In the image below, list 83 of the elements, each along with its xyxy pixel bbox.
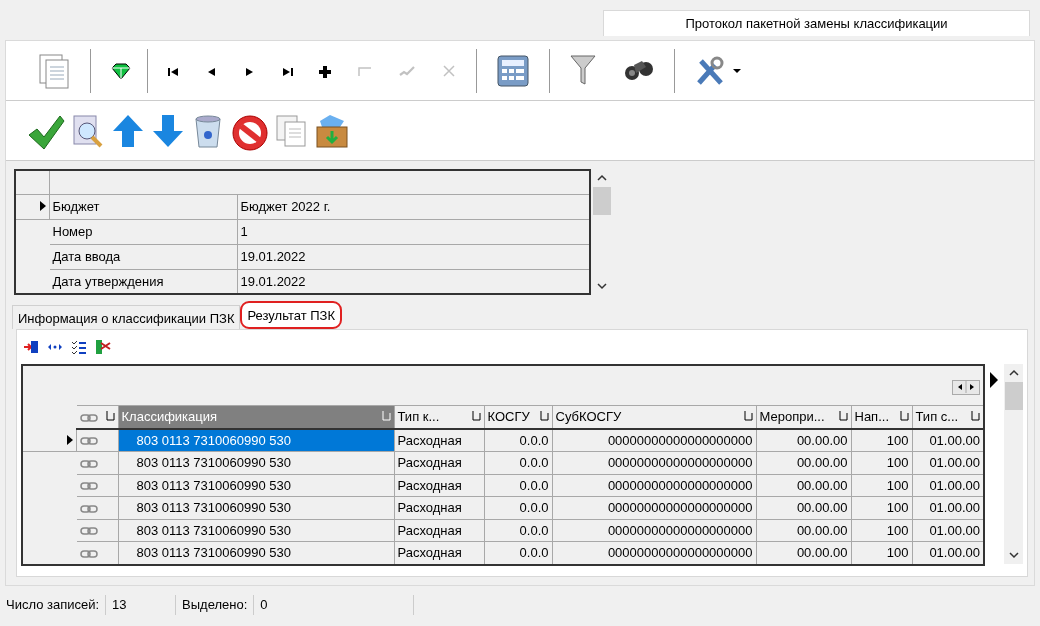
status-value: 13: [105, 595, 176, 615]
scissors-icon[interactable]: [95, 339, 111, 355]
table-cell: Расходная: [394, 474, 484, 497]
table-cell: Расходная: [394, 429, 484, 452]
table-cell: 00.00.00: [756, 429, 851, 452]
status-label: Выделено:: [181, 596, 249, 615]
scroll-up-icon[interactable]: [1007, 368, 1020, 378]
table-cell: 803 0113 7310060990 530: [118, 429, 394, 452]
table-cell: 00000000000000000000: [552, 429, 756, 452]
table-cell: 100: [851, 519, 912, 542]
row-indicator-icon: [66, 434, 73, 445]
scroll-down-icon[interactable]: [1007, 550, 1020, 560]
tab[interactable]: Информация о классификации ПЗК: [12, 305, 241, 329]
table-cell: 00.00.00: [756, 474, 851, 497]
column-header[interactable]: Меропри...: [756, 405, 851, 429]
table-cell: 803 0113 7310060990 530: [118, 496, 394, 520]
table-cell: 0.0.0: [484, 474, 552, 497]
calculator-icon[interactable]: [495, 52, 531, 89]
table-cell: 803 0113 7310060990 530: [118, 519, 394, 542]
row-selector[interactable]: [22, 429, 76, 452]
insert-icon[interactable]: [23, 339, 39, 355]
filter-icon[interactable]: [539, 410, 549, 422]
checklist-icon[interactable]: [71, 339, 87, 355]
table-cell: 0.0.0: [484, 451, 552, 475]
gem-icon[interactable]: [109, 60, 129, 81]
table-cell: 00.00.00: [756, 496, 851, 520]
column-header[interactable]: Классификация: [118, 405, 394, 429]
table-cell: Расходная: [394, 519, 484, 542]
table-cell: 100: [851, 496, 912, 520]
scroll-down-icon[interactable]: [596, 281, 608, 291]
table-cell: 0.0.0: [484, 496, 552, 520]
filter-icon[interactable]: [743, 410, 753, 422]
scroll-thumb[interactable]: [593, 187, 611, 215]
table-cell: 00000000000000000000: [552, 519, 756, 542]
filter-icon[interactable]: [471, 410, 481, 422]
plus-icon[interactable]: [318, 63, 332, 78]
table-cell: 803 0113 7310060990 530: [118, 474, 394, 497]
scrollbar[interactable]: [1004, 364, 1023, 564]
row-indicator-icon: [39, 201, 46, 212]
table-cell: 100: [851, 474, 912, 497]
filter-icon[interactable]: [838, 410, 848, 422]
table-cell: Расходная: [394, 496, 484, 520]
box-icon[interactable]: [314, 112, 350, 149]
field-label: Дата ввода: [49, 244, 237, 270]
table-cell: 00000000000000000000: [552, 474, 756, 497]
link-icon: [79, 548, 98, 559]
filter-icon[interactable]: [899, 410, 909, 422]
table-cell: 00000000000000000000: [552, 451, 756, 475]
status-value: 0: [253, 595, 414, 615]
column-header[interactable]: [76, 405, 118, 429]
link-icon: [79, 526, 98, 537]
table-cell: 00.00.00: [756, 519, 851, 542]
column-header[interactable]: Тип к...: [394, 405, 484, 429]
link-icon: [79, 412, 98, 423]
table-cell: Расходная: [394, 451, 484, 475]
tab[interactable]: Результат ПЗК: [240, 301, 342, 329]
filter-icon[interactable]: [105, 410, 115, 422]
link-icon: [79, 458, 98, 469]
status-label: Число записей:: [5, 596, 101, 615]
table-cell: 0.0.0: [484, 519, 552, 542]
table-cell: 100: [851, 451, 912, 475]
column-header[interactable]: Нап...: [851, 405, 912, 429]
scroll-buttons[interactable]: [952, 379, 980, 395]
field-label: Бюджет: [49, 194, 237, 220]
filter-icon[interactable]: [971, 410, 980, 422]
table-cell: 00.00.00: [756, 451, 851, 475]
row-selector[interactable]: [15, 194, 49, 220]
table-cell: 100: [851, 429, 912, 452]
field-label: Номер: [49, 219, 237, 245]
scroll-up-icon[interactable]: [596, 173, 608, 183]
no-entry-icon[interactable]: [230, 112, 270, 149]
link-icon: [79, 503, 98, 514]
link-icon: [79, 436, 98, 447]
table-cell: 00000000000000000000: [552, 496, 756, 520]
link-icon: [79, 481, 98, 492]
column-header[interactable]: СубКОСГУ: [552, 405, 756, 429]
scroll-thumb[interactable]: [1004, 382, 1023, 410]
window-title[interactable]: Протокол пакетной замены классификации: [603, 10, 1030, 36]
table-cell: 803 0113 7310060990 530: [118, 451, 394, 475]
field-label: Дата утверждения: [49, 269, 237, 294]
table-cell: 0.0.0: [484, 429, 552, 452]
down-arrow-icon[interactable]: [150, 112, 186, 149]
column-header[interactable]: КОСГУ: [484, 405, 552, 429]
